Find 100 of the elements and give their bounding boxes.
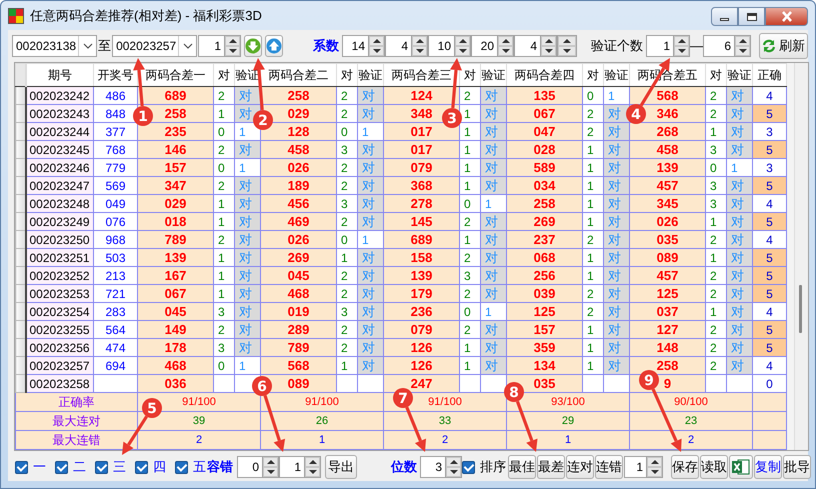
filter-button[interactable]: 连错: [595, 455, 623, 479]
range-dash: —: [690, 38, 703, 53]
filter-button[interactable]: 最差: [537, 455, 565, 479]
spin-buttons[interactable]: [541, 34, 557, 56]
move-up-button[interactable]: [265, 34, 283, 56]
vertical-scrollbar[interactable]: [794, 63, 808, 450]
checkbox[interactable]: [462, 460, 475, 474]
number-field[interactable]: 6: [703, 34, 735, 56]
number-field[interactable]: 10: [428, 34, 455, 56]
column-header: 两码合差一: [138, 64, 214, 86]
spin-buttons[interactable]: [369, 34, 385, 56]
sum-diff-cell: 689: [384, 230, 460, 248]
minimize-button[interactable]: [711, 7, 738, 26]
verify-cell: 对: [726, 284, 752, 302]
number-field[interactable]: 4: [385, 34, 412, 56]
draw-number-cell: 049: [94, 194, 138, 212]
verify-cell: 对: [604, 158, 630, 176]
spin-buttons[interactable]: [446, 456, 462, 478]
verify-cell: 对: [234, 320, 260, 338]
batch-button[interactable]: 批导: [783, 455, 811, 479]
row-selector[interactable]: [16, 212, 26, 230]
verify-cell: 对: [604, 140, 630, 158]
checkbox[interactable]: [15, 460, 28, 474]
hit-count-cell: 1: [582, 248, 604, 266]
spin-buttons[interactable]: [735, 34, 751, 56]
number-field[interactable]: 3: [420, 456, 446, 478]
number-field[interactable]: 1: [279, 456, 305, 478]
spin-buttons[interactable]: [498, 34, 514, 56]
hit-count-cell: 2: [336, 284, 358, 302]
number-field[interactable]: 0: [237, 456, 263, 478]
number-field[interactable]: 1: [646, 34, 674, 56]
checkbox-label: 排序: [480, 458, 506, 476]
checkbox[interactable]: [135, 460, 148, 474]
row-selector[interactable]: [16, 248, 26, 266]
sum-diff-cell: 258: [630, 356, 706, 374]
verify-cell: 对: [726, 212, 752, 230]
excel-export-button[interactable]: [729, 455, 753, 479]
row-selector[interactable]: [16, 266, 26, 284]
number-field[interactable]: 1: [624, 456, 647, 478]
row-selector[interactable]: [16, 356, 26, 374]
hit-count-cell: 2: [582, 104, 604, 122]
column-header: 两码合差四: [506, 64, 582, 86]
spin-buttons[interactable]: [412, 34, 428, 56]
spin-buttons[interactable]: [455, 34, 471, 56]
summary-value: 2: [384, 430, 506, 450]
start-period-combo[interactable]: 002023138: [12, 34, 98, 56]
checkbox[interactable]: [175, 460, 188, 474]
spin-buttons[interactable]: [557, 34, 577, 56]
hit-count-cell: 0: [336, 230, 358, 248]
row-selector[interactable]: [16, 176, 26, 194]
sum-diff-cell: 036: [138, 374, 214, 392]
maximize-button[interactable]: [738, 7, 765, 26]
filter-button[interactable]: 连对: [566, 455, 594, 479]
verify-count-label: 验证个数: [591, 36, 643, 54]
row-selector[interactable]: [16, 320, 26, 338]
row-selector[interactable]: [16, 158, 26, 176]
save-button[interactable]: 保存: [671, 455, 699, 479]
checkbox[interactable]: [55, 460, 68, 474]
sum-diff-cell: 269: [506, 212, 582, 230]
row-selector[interactable]: [16, 122, 26, 140]
copy-button[interactable]: 复制: [754, 455, 782, 479]
row-selector[interactable]: [16, 194, 26, 212]
row-selector[interactable]: [16, 338, 26, 356]
close-button[interactable]: [765, 7, 808, 26]
sum-diff-cell: 289: [260, 320, 336, 338]
row-selector[interactable]: [16, 104, 26, 122]
row-selector[interactable]: [16, 230, 26, 248]
verify-cell: 对: [480, 158, 506, 176]
number-field[interactable]: 4: [514, 34, 541, 56]
verify-cell: 对: [234, 230, 260, 248]
callout-badge: 5: [142, 398, 162, 418]
sum-diff-cell: 037: [630, 302, 706, 320]
draw-number-cell: 377: [94, 122, 138, 140]
row-selector[interactable]: [16, 284, 26, 302]
spin-buttons[interactable]: [225, 34, 241, 56]
number-field[interactable]: 20: [471, 34, 498, 56]
spin-buttons[interactable]: [647, 456, 663, 478]
load-button[interactable]: 读取: [700, 455, 728, 479]
spin-buttons[interactable]: [674, 34, 690, 56]
filter-button[interactable]: 最佳: [508, 455, 536, 479]
row-selector[interactable]: [16, 302, 26, 320]
correct-count-cell: 5: [752, 248, 786, 266]
sum-diff-cell: 026: [630, 212, 706, 230]
checkbox[interactable]: [95, 460, 108, 474]
export-button[interactable]: 导出: [325, 455, 357, 479]
hit-count-cell: 1: [214, 104, 234, 122]
row-selector[interactable]: [16, 374, 26, 392]
spin-buttons[interactable]: [305, 456, 321, 478]
spin-buttons[interactable]: [263, 456, 279, 478]
verify-cell: 1: [480, 194, 506, 212]
hit-count-cell: 2: [336, 320, 358, 338]
number-field[interactable]: 1: [198, 34, 225, 56]
verify-cell: 对: [480, 230, 506, 248]
row-selector[interactable]: [16, 86, 26, 104]
row-selector[interactable]: [16, 140, 26, 158]
end-period-combo[interactable]: 002023257: [112, 34, 198, 56]
sum-diff-cell: 457: [630, 266, 706, 284]
number-field[interactable]: 14: [342, 34, 369, 56]
refresh-button[interactable]: 刷新: [759, 32, 808, 58]
verify-cell: 1: [480, 302, 506, 320]
